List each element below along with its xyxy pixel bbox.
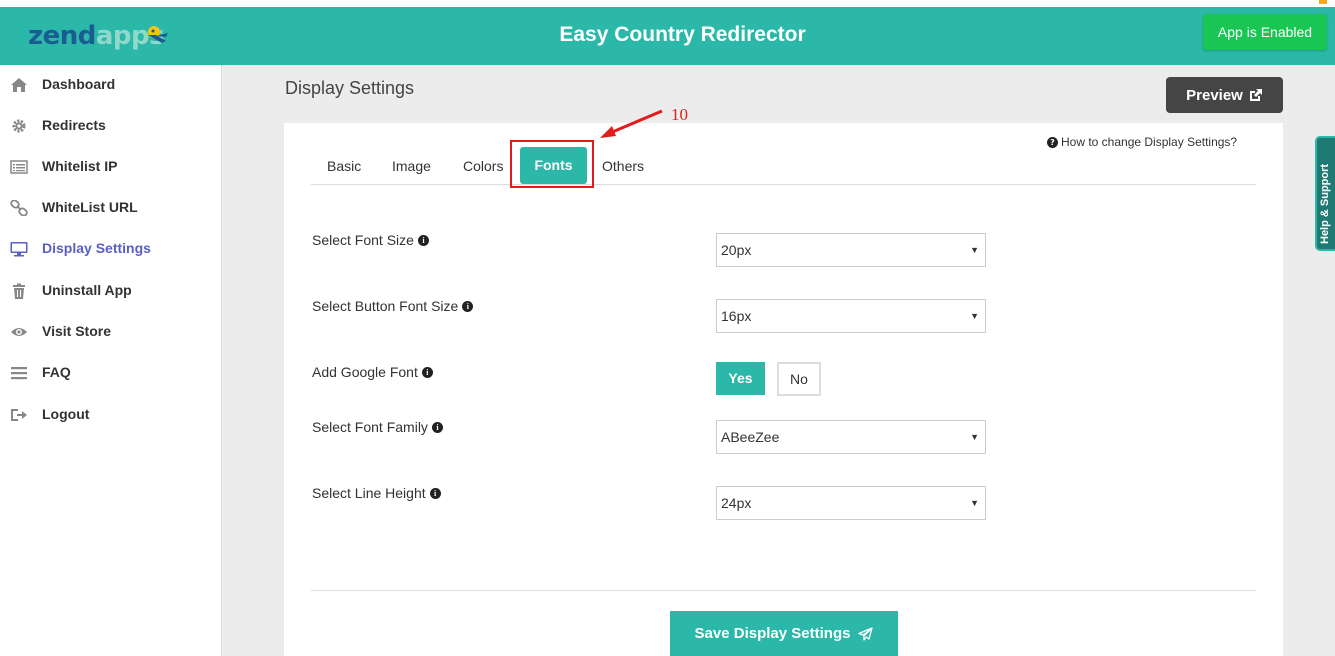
button-font-size-select[interactable]: 16px ▼ — [716, 299, 986, 333]
logout-icon — [11, 409, 27, 421]
annotation-arrow-icon — [600, 109, 663, 138]
preview-button[interactable]: Preview — [1166, 77, 1283, 113]
font-family-label: Select Font Family i — [312, 419, 443, 435]
sidebar-item-visit-store[interactable]: Visit Store — [0, 312, 221, 352]
external-link-icon — [1249, 89, 1262, 101]
font-size-label: Select Font Size i — [312, 232, 429, 248]
info-icon: i — [421, 366, 433, 378]
tab-colors[interactable]: Colors — [463, 158, 503, 174]
annotation-highlight-box — [510, 140, 594, 188]
gear-icon — [12, 119, 26, 133]
tab-others[interactable]: Others — [602, 158, 644, 174]
form-divider — [311, 590, 1256, 591]
button-font-size-label: Select Button Font Size i — [312, 298, 474, 314]
sidebar-item-redirects[interactable]: Redirects — [0, 106, 221, 146]
trash-icon — [13, 283, 25, 299]
page-title: Display Settings — [285, 78, 415, 98]
info-icon: i — [431, 421, 443, 433]
monitor-icon — [10, 242, 28, 257]
info-icon: i — [429, 487, 441, 499]
sidebar-item-display-settings[interactable]: Display Settings — [0, 229, 221, 269]
google-font-label: Add Google Font i — [312, 364, 433, 380]
tab-image[interactable]: Image — [392, 158, 431, 174]
sidebar-item-logout[interactable]: Logout — [0, 395, 221, 435]
app-title: Easy Country Redirector — [559, 23, 806, 46]
annotation-number: 10 — [671, 105, 688, 124]
question-circle-icon: ? — [1047, 136, 1058, 148]
sidebar-item-whitelist-url[interactable]: WhiteList URL — [0, 188, 221, 228]
sidebar-item-whitelist-ip[interactable]: Whitelist IP — [0, 147, 221, 187]
google-font-no-button[interactable]: No — [777, 362, 821, 396]
eye-icon — [11, 328, 27, 336]
sidebar: Dashboard Redirects Whitelist IP WhiteLi… — [0, 65, 222, 656]
line-height-label: Select Line Height i — [312, 485, 441, 501]
caret-down-icon: ▼ — [970, 311, 979, 321]
link-icon — [10, 200, 28, 216]
top-strip — [0, 0, 1335, 7]
sidebar-item-dashboard[interactable]: Dashboard — [0, 65, 221, 105]
app-header: zendapps Easy Country Redirector App is … — [0, 7, 1335, 65]
app-enabled-button[interactable]: App is Enabled — [1203, 14, 1327, 50]
sidebar-item-uninstall-app[interactable]: Uninstall App — [0, 271, 221, 311]
info-icon: i — [417, 234, 429, 246]
sidebar-item-faq[interactable]: FAQ — [0, 353, 221, 393]
line-height-select[interactable]: 24px ▼ — [716, 486, 986, 520]
caret-down-icon: ▼ — [970, 432, 979, 442]
corner-indicator — [1319, 0, 1327, 4]
caret-down-icon: ▼ — [970, 498, 979, 508]
save-display-settings-button[interactable]: Save Display Settings — [670, 611, 898, 656]
list-icon — [10, 160, 28, 174]
paper-plane-icon — [858, 626, 874, 641]
help-support-tab[interactable]: Help & Support — [1315, 136, 1335, 251]
home-icon — [11, 78, 27, 92]
caret-down-icon: ▼ — [970, 245, 979, 255]
info-icon: i — [462, 300, 474, 312]
google-font-yes-button[interactable]: Yes — [716, 362, 765, 395]
menu-icon — [11, 367, 27, 380]
tab-basic[interactable]: Basic — [327, 158, 361, 174]
tabs-divider — [311, 184, 1256, 185]
font-family-select[interactable]: ABeeZee ▼ — [716, 420, 986, 454]
font-size-select[interactable]: 20px ▼ — [716, 233, 986, 267]
help-link[interactable]: ? How to change Display Settings? — [1047, 135, 1237, 149]
